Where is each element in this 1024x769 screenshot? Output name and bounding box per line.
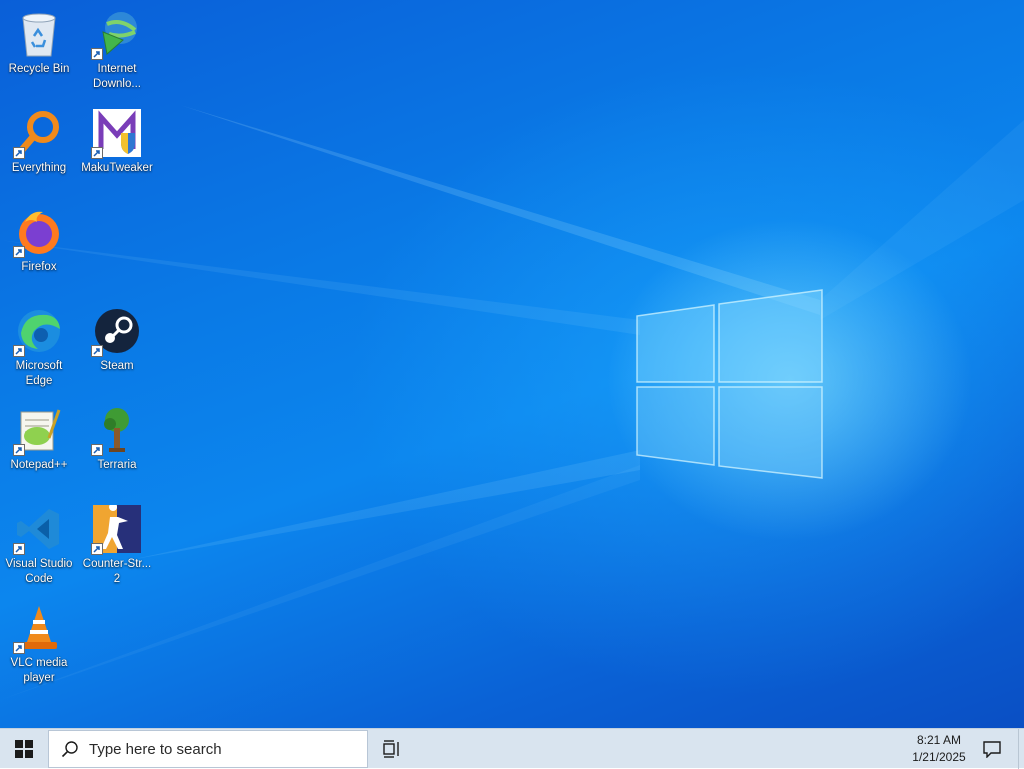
desktop-icon-everything[interactable]: Everything [1,103,77,195]
recycle-bin-icon [13,8,65,60]
task-view-button[interactable] [372,729,412,769]
desktop-icon-vlc-media-player[interactable]: VLC media player [1,598,77,690]
desktop-icon-label: MakuTweaker [81,162,153,174]
shortcut-arrow-icon [91,543,103,555]
internet-download-manager-icon [91,8,143,60]
desktop-icon-counter-strike-2[interactable]: Counter-Str... 2 [79,499,155,591]
firefox-icon [13,206,65,258]
search-input[interactable] [89,740,339,758]
desktop-icon-label: Steam [100,360,134,372]
desktop-icon-label: Terraria [97,459,137,471]
action-center-icon [983,741,1001,758]
makutweaker-icon [91,107,143,159]
shortcut-arrow-icon [13,147,25,159]
taskbar: 8:21 AM 1/21/2025 [0,728,1024,769]
desktop-icon-label: Microsoft Edge [15,360,63,387]
desktop-icon-label: Firefox [21,261,57,273]
everything-search-icon [13,107,65,159]
shortcut-arrow-icon [91,48,103,60]
desktop-icon-internet-download-manager[interactable]: Internet Downlo... [79,4,155,96]
vlc-icon [13,602,65,654]
shortcut-arrow-icon [91,345,103,357]
desktop-icon-label: Visual Studio Code [5,558,73,585]
shortcut-arrow-icon [13,246,25,258]
clock-time: 8:21 AM [916,733,962,747]
show-desktop-button[interactable] [1018,729,1024,769]
steam-icon [91,305,143,357]
desktop-icon-label: VLC media player [10,657,68,684]
shortcut-arrow-icon [91,444,103,456]
notepad-plus-plus-icon [13,404,65,456]
shortcut-arrow-icon [13,642,25,654]
search-icon [61,740,79,758]
windows-logo-icon [15,740,33,758]
shortcut-arrow-icon [13,543,25,555]
shortcut-arrow-icon [13,345,25,357]
desktop-icon-label: Counter-Str... 2 [82,558,152,585]
desktop-icon-visual-studio-code[interactable]: Visual Studio Code [1,499,77,591]
desktop[interactable]: Recycle Bin Internet Downlo... Everythin… [0,0,1024,728]
shortcut-arrow-icon [13,444,25,456]
shortcut-arrow-icon [91,147,103,159]
vscode-icon [13,503,65,555]
desktop-icon-label: Internet Downlo... [93,63,141,90]
desktop-icon-makutweaker[interactable]: MakuTweaker [79,103,155,195]
task-view-icon [383,740,399,758]
desktop-icon-label: Everything [11,162,67,174]
desktop-icon-label: Notepad++ [10,459,68,471]
clock-date: 1/21/2025 [912,750,966,764]
terraria-icon [91,404,143,456]
desktop-icon-label: Recycle Bin [8,63,70,75]
edge-icon [13,305,65,357]
start-button[interactable] [0,729,48,769]
desktop-icon-notepad-plus-plus[interactable]: Notepad++ [1,400,77,492]
action-center-button[interactable] [978,729,1006,769]
desktop-icon-steam[interactable]: Steam [79,301,155,393]
taskbar-search-box[interactable] [48,730,368,768]
counter-strike-icon [91,503,143,555]
taskbar-clock[interactable]: 8:21 AM 1/21/2025 [898,729,980,769]
desktop-icon-firefox[interactable]: Firefox [1,202,77,294]
desktop-icon-recycle-bin[interactable]: Recycle Bin [1,4,77,96]
desktop-icon-microsoft-edge[interactable]: Microsoft Edge [1,301,77,393]
desktop-icon-terraria[interactable]: Terraria [79,400,155,492]
